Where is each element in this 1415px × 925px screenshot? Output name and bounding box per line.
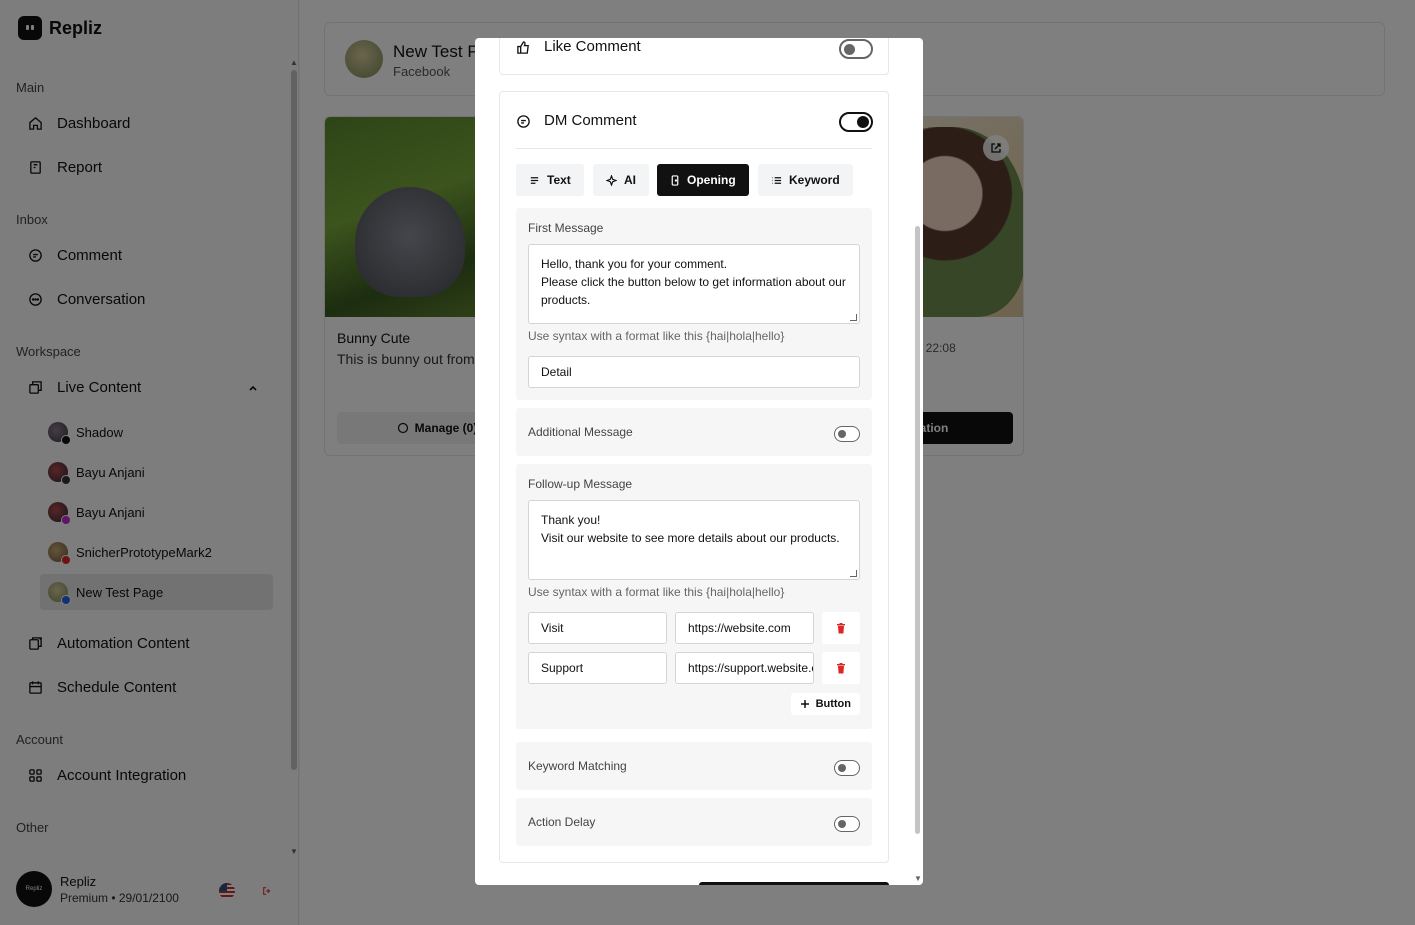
delete-button[interactable] — [822, 612, 860, 644]
like-comment-toggle[interactable] — [839, 39, 873, 59]
dm-comment-toggle[interactable] — [839, 112, 873, 132]
tab-label: AI — [624, 173, 636, 187]
button-url-input[interactable]: https://support.website.com — [675, 652, 814, 684]
tab-opening[interactable]: Opening — [657, 164, 749, 196]
keyword-matching-label: Keyword Matching — [528, 759, 627, 773]
syntax-hint: Use syntax with a format like this {hai|… — [528, 585, 785, 599]
action-delay-label: Action Delay — [528, 815, 596, 829]
button-label-input[interactable]: Support — [528, 652, 667, 684]
sparkle-icon — [606, 174, 617, 186]
additional-message-panel: Additional Message — [516, 408, 872, 456]
delete-button[interactable] — [822, 652, 860, 684]
plus-icon — [800, 700, 809, 708]
resize-handle[interactable] — [850, 314, 857, 321]
save-button[interactable] — [699, 882, 889, 885]
followup-message-textarea[interactable]: Thank you! Visit our website to see more… — [528, 500, 860, 580]
add-button-label: Button — [815, 698, 851, 710]
trash-icon — [837, 622, 845, 633]
tab-label: Keyword — [789, 173, 840, 187]
tab-label: Opening — [687, 173, 736, 187]
first-message-button-input[interactable]: Detail — [528, 356, 860, 388]
action-delay-toggle[interactable] — [834, 816, 860, 832]
tab-label: Text — [547, 173, 571, 187]
add-button-button[interactable]: Button — [790, 693, 860, 715]
additional-message-toggle[interactable] — [834, 426, 860, 442]
additional-message-label: Additional Message — [528, 425, 633, 439]
text-icon — [530, 176, 539, 184]
thumbs-up-icon — [517, 41, 529, 54]
tab-keyword[interactable]: Keyword — [758, 164, 853, 196]
like-comment-block: Like Comment — [499, 38, 889, 75]
dm-comment-label: DM Comment — [544, 112, 637, 129]
tab-ai[interactable]: AI — [593, 164, 649, 196]
modal-scrollbar[interactable] — [915, 226, 920, 834]
automation-modal: Like Comment DM Comment Text AI Opening … — [475, 38, 923, 885]
button-url-input[interactable]: https://website.com — [675, 612, 814, 644]
comment-icon — [517, 115, 530, 128]
keyword-matching-panel: Keyword Matching — [516, 742, 872, 790]
first-message-panel: First Message Hello, thank you for your … — [516, 208, 872, 400]
trash-icon — [837, 662, 845, 673]
followup-message-label: Follow-up Message — [528, 477, 633, 491]
resize-handle[interactable] — [850, 570, 857, 577]
keyword-matching-toggle[interactable] — [834, 760, 860, 776]
divider — [516, 148, 872, 149]
door-icon — [671, 174, 679, 186]
syntax-hint: Use syntax with a format like this {hai|… — [528, 329, 785, 343]
followup-message-panel: Follow-up Message Thank you! Visit our w… — [516, 464, 872, 729]
action-delay-panel: Action Delay — [516, 798, 872, 846]
first-message-label: First Message — [528, 221, 604, 235]
tab-text[interactable]: Text — [516, 164, 584, 196]
scroll-down-icon[interactable]: ▼ — [914, 874, 922, 883]
like-comment-label: Like Comment — [544, 38, 641, 55]
list-icon — [772, 176, 782, 184]
button-label-input[interactable]: Visit — [528, 612, 667, 644]
first-message-textarea[interactable]: Hello, thank you for your comment. Pleas… — [528, 244, 860, 324]
